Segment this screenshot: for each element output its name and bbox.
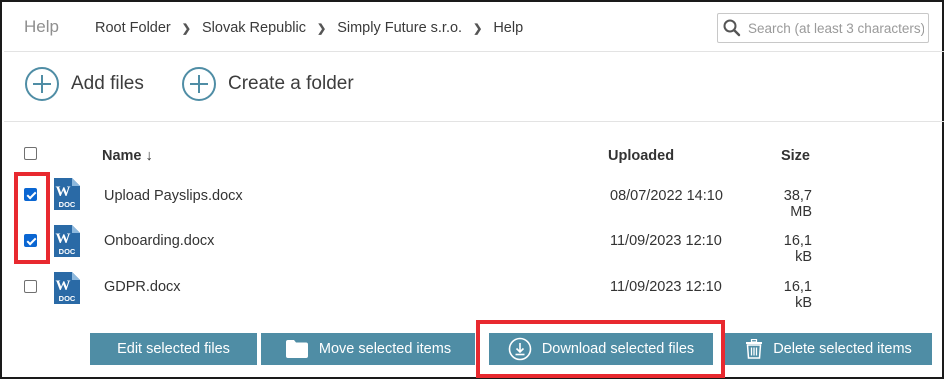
breadcrumb: Root Folder ❯ Slovak Republic ❯ Simply F… — [95, 20, 523, 36]
column-header-size[interactable]: Size — [763, 148, 810, 164]
table-row[interactable]: W DOC Upload Payslips.docx 08/07/2022 14… — [4, 172, 944, 220]
create-folder-button[interactable]: Create a folder — [181, 66, 354, 102]
folder-icon — [285, 339, 309, 359]
file-size: 38,7 MB — [783, 188, 812, 220]
search-input[interactable] — [748, 20, 924, 36]
file-uploaded-date: 08/07/2022 14:10 — [610, 188, 723, 204]
file-size: 16,1 kB — [783, 233, 812, 265]
move-selected-items-button[interactable]: Move selected items — [261, 333, 475, 365]
move-selected-items-label: Move selected items — [318, 341, 452, 357]
column-header-name[interactable]: Name ↓ — [102, 148, 153, 164]
edit-selected-files-button[interactable]: Edit selected files — [90, 333, 257, 365]
chevron-right-icon: ❯ — [316, 22, 327, 35]
delete-selected-items-label: Delete selected items — [773, 341, 912, 357]
add-files-button[interactable]: Add files — [24, 66, 144, 102]
download-highlight-box — [476, 320, 725, 378]
chevron-right-icon: ❯ — [181, 22, 191, 35]
svg-text:W: W — [56, 278, 71, 294]
header-bar: Help Root Folder ❯ Slovak Republic ❯ Sim… — [4, 4, 944, 52]
file-name[interactable]: GDPR.docx — [104, 279, 181, 295]
file-size: 16,1 kB — [783, 279, 812, 311]
search-box[interactable] — [717, 13, 929, 43]
file-uploaded-date: 11/09/2023 12:10 — [610, 233, 722, 249]
plus-circle-icon — [182, 67, 216, 101]
checkbox-highlight-box — [14, 172, 50, 264]
add-files-label: Add files — [71, 73, 144, 94]
svg-text:W: W — [56, 231, 71, 247]
doc-icon-label: DOC — [59, 294, 76, 303]
select-all-checkbox[interactable] — [24, 147, 37, 160]
file-uploaded-date: 11/09/2023 12:10 — [610, 279, 722, 295]
breadcrumb-slovak-republic[interactable]: Slovak Republic — [202, 20, 306, 36]
create-folder-label: Create a folder — [228, 73, 354, 94]
word-doc-icon: W DOC — [54, 272, 80, 304]
column-header-uploaded[interactable]: Uploaded — [608, 148, 674, 164]
toolbar: Add files Create a folder — [4, 52, 944, 122]
trash-icon — [745, 339, 763, 359]
breadcrumb-simply-future[interactable]: Simply Future s.r.o. — [337, 20, 462, 36]
table-row[interactable]: W DOC Onboarding.docx 11/09/2023 12:10 1… — [4, 218, 944, 265]
row-checkbox[interactable] — [24, 280, 37, 293]
table-row[interactable]: W DOC GDPR.docx 11/09/2023 12:10 16,1 kB — [4, 264, 944, 311]
delete-selected-items-button[interactable]: Delete selected items — [725, 333, 932, 365]
edit-selected-files-label: Edit selected files — [117, 341, 230, 357]
search-icon — [723, 19, 741, 37]
file-name[interactable]: Upload Payslips.docx — [104, 188, 243, 204]
file-manager-window: Help Root Folder ❯ Slovak Republic ❯ Sim… — [0, 0, 944, 379]
plus-circle-icon — [25, 67, 59, 101]
word-doc-icon: W DOC — [54, 178, 80, 210]
file-name[interactable]: Onboarding.docx — [104, 233, 214, 249]
svg-text:W: W — [56, 184, 71, 200]
breadcrumb-help: Help — [493, 20, 524, 36]
doc-icon-label: DOC — [59, 247, 76, 256]
breadcrumb-root-folder[interactable]: Root Folder — [95, 20, 171, 36]
page-title: Help — [24, 17, 59, 36]
chevron-right-icon: ❯ — [473, 22, 483, 35]
word-doc-icon: W DOC — [54, 225, 80, 257]
doc-icon-label: DOC — [59, 200, 76, 209]
